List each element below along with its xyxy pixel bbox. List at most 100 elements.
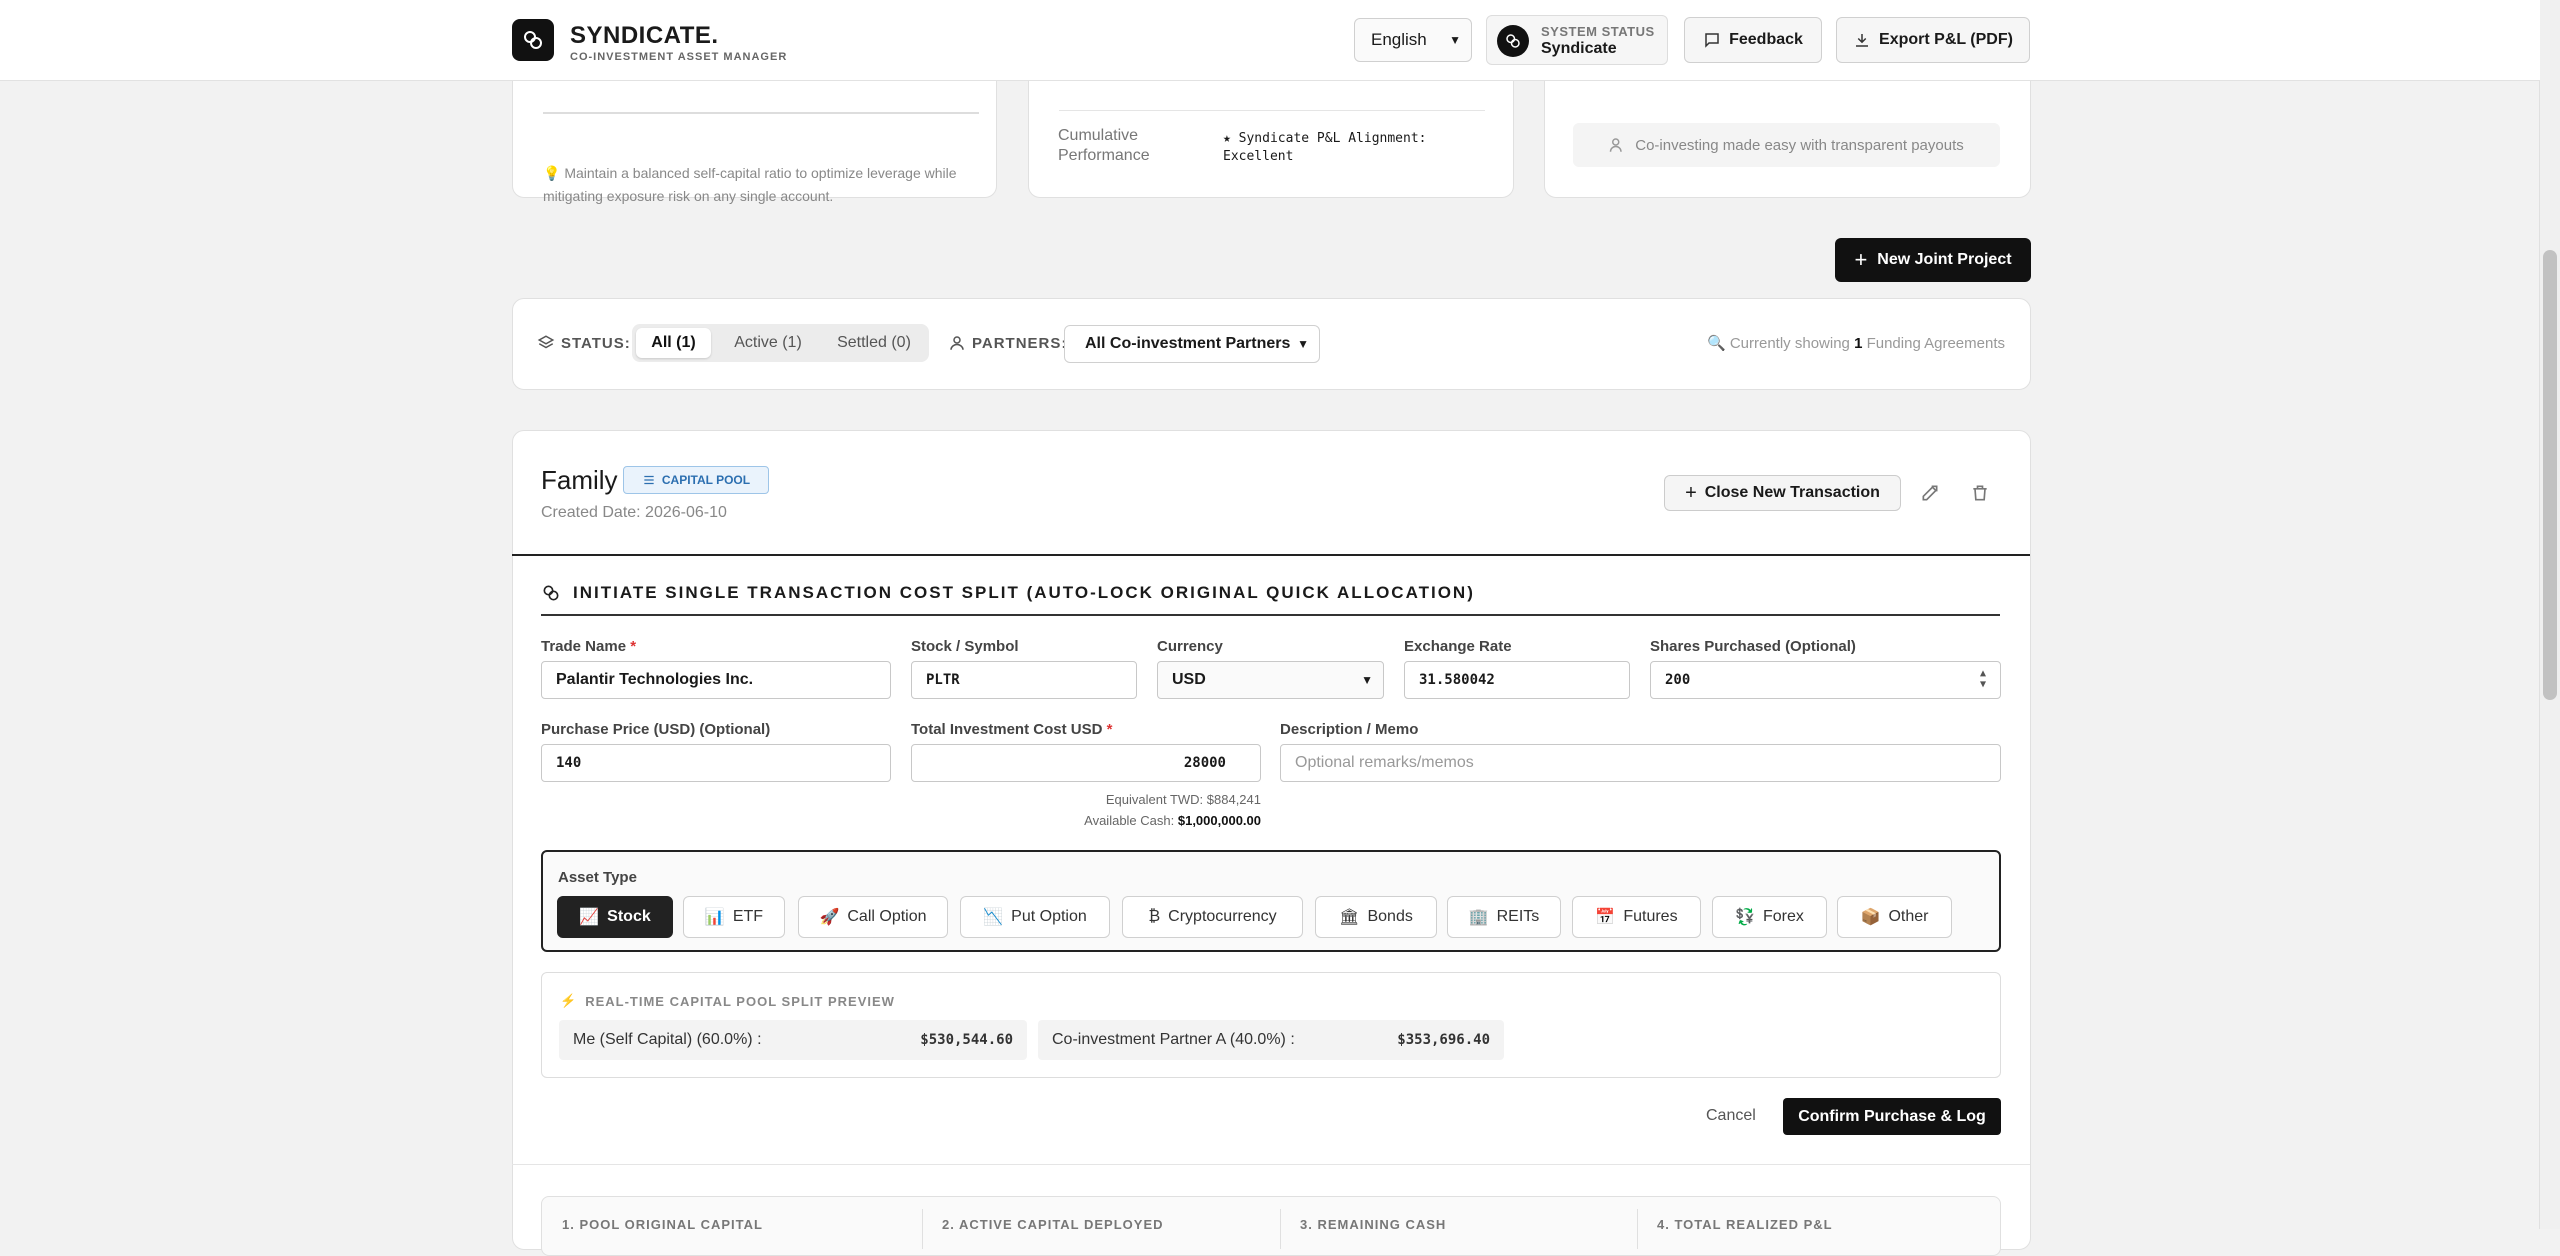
summary-original-capital: 1. POOL ORIGINAL CAPITAL <box>562 1217 763 1232</box>
summary-separator <box>1280 1209 1281 1249</box>
asset-stock-chip[interactable]: 📈 Stock <box>557 896 673 938</box>
showing-suffix: Funding Agreements <box>1866 335 2005 352</box>
delete-project-button[interactable] <box>1965 478 1995 508</box>
tip-text: 💡 Maintain a balanced self-capital ratio… <box>543 165 957 204</box>
asset-type-box: Asset Type 📈 Stock 📊 ETF 🚀 Call Option 📉 Put… <box>541 850 2001 952</box>
partners-filter-text: PARTNERS: <box>972 334 1068 352</box>
symbol-input[interactable]: PLTR <box>911 661 1137 699</box>
price-label: Purchase Price (USD) (Optional) <box>541 721 771 738</box>
asset-put-option-chip[interactable]: 📉 Put Option <box>960 896 1110 938</box>
asset-crypto-chip[interactable]: ₿ Cryptocurrency <box>1122 896 1303 938</box>
status-settled-tab[interactable]: Settled (0) <box>822 328 926 358</box>
scrollbar-thumb[interactable] <box>2543 250 2557 700</box>
coinvest-note-text: Co-investing made easy with transparent … <box>1635 136 1964 154</box>
trash-icon <box>1973 485 1987 501</box>
lightning-icon: ⚡ <box>560 993 578 1008</box>
stepper-icon[interactable]: ▲ ▼ <box>1980 668 1986 690</box>
logo-icon <box>512 19 554 61</box>
status-label: SYSTEM STATUS <box>1541 24 1655 39</box>
user-icon <box>950 336 964 350</box>
available-cash-label: Available Cash: <box>1084 813 1175 828</box>
exchange-rate-input[interactable]: 31.580042 <box>1404 661 1630 699</box>
confirm-purchase-button[interactable]: Confirm Purchase & Log <box>1783 1098 2001 1135</box>
language-select[interactable]: English ▼ <box>1354 18 1472 62</box>
memo-label: Description / Memo <box>1280 721 1419 738</box>
plus-icon: + <box>1854 247 1868 272</box>
status-filter-label: STATUS: <box>537 334 631 352</box>
asset-etf-chip[interactable]: 📊 ETF <box>683 896 785 938</box>
section-divider <box>541 614 2000 616</box>
section-title: INITIATE SINGLE TRANSACTION COST SPLIT (… <box>573 583 1475 602</box>
edit-project-button[interactable] <box>1915 478 1945 508</box>
feedback-button[interactable]: Feedback <box>1684 17 1822 63</box>
preview-row-partner: Co-investment Partner A (40.0%) : $353,6… <box>1038 1020 1504 1060</box>
pool-summary: 1. POOL ORIGINAL CAPITAL 2. ACTIVE CAPIT… <box>541 1196 2001 1256</box>
download-icon <box>1856 34 1869 47</box>
new-project-label: New Joint Project <box>1877 251 2012 268</box>
asset-type-label: Asset Type <box>558 869 637 886</box>
chart-up-icon: 📈 <box>579 909 600 926</box>
asset-forex-chip[interactable]: 💱 Forex <box>1712 896 1827 938</box>
divider <box>512 554 2030 556</box>
exchange-icon: 💱 <box>1735 909 1755 926</box>
chip-label: REITs <box>1496 908 1540 925</box>
cumulative-value: ★ Syndicate P&L Alignment: Excellent <box>1223 131 1427 164</box>
chat-icon <box>1705 33 1719 48</box>
link-icon <box>543 585 559 601</box>
sliders-icon <box>644 475 654 485</box>
new-joint-project-button[interactable]: + New Joint Project <box>1835 238 2031 282</box>
asset-futures-chip[interactable]: 📅 Futures <box>1572 896 1701 938</box>
top-bar: SYNDICATE. CO-INVESTMENT ASSET MANAGER E… <box>0 0 2540 81</box>
edit-icon <box>1922 485 1938 501</box>
showing-count: 🔍 Currently showing 1 Funding Agreements <box>1707 334 2005 352</box>
status-value: Syndicate <box>1541 40 1617 57</box>
capital-pool-badge-text: CAPITAL POOL <box>661 473 751 487</box>
cumulative-label: Cumulative Performance <box>1058 127 1150 164</box>
split-preview: ⚡ REAL-TIME CAPITAL POOL SPLIT PREVIEW M… <box>541 972 2001 1078</box>
close-new-transaction-button[interactable]: + Close New Transaction <box>1664 475 1901 511</box>
chip-label: Forex <box>1763 908 1804 925</box>
chip-label: Futures <box>1623 908 1678 925</box>
asset-bonds-chip[interactable]: 🏛 Bonds <box>1315 896 1437 938</box>
total-cost-label: Total Investment Cost USD * <box>911 721 1113 738</box>
price-input[interactable]: 140 <box>541 744 891 782</box>
available-cash: Available Cash: $1,000,000.00 <box>911 813 1261 828</box>
total-cost-input[interactable]: 28000 <box>911 744 1261 782</box>
preview-heading: ⚡ REAL-TIME CAPITAL POOL SPLIT PREVIEW <box>560 993 895 1009</box>
chip-label: Stock <box>607 908 651 925</box>
brand-subtitle: CO-INVESTMENT ASSET MANAGER <box>570 51 788 63</box>
summary-remaining-cash: 3. REMAINING CASH <box>1300 1217 1447 1232</box>
partners-select-value: All Co-investment Partners <box>1085 335 1291 352</box>
asset-call-option-chip[interactable]: 🚀 Call Option <box>798 896 948 938</box>
asset-other-chip[interactable]: 📦 Other <box>1837 896 1952 938</box>
summary-realized-pnl: 4. TOTAL REALIZED P&L <box>1657 1217 1833 1232</box>
preview-partner-label: Co-investment Partner A (40.0%) : <box>1052 1031 1295 1048</box>
preview-self-value: $530,544.60 <box>920 1032 1013 1048</box>
preview-self-label: Me (Self Capital) (60.0%) : <box>573 1031 762 1048</box>
currency-select[interactable]: USD ▼ <box>1157 661 1384 699</box>
capital-pool-badge: CAPITAL POOL <box>623 466 769 494</box>
scrollbar[interactable] <box>2539 0 2560 1229</box>
trade-name-input[interactable]: Palantir Technologies Inc. <box>541 661 891 699</box>
rocket-icon: 🚀 <box>819 909 840 926</box>
status-active-tab[interactable]: Active (1) <box>719 328 817 358</box>
asset-reits-chip[interactable]: 🏢 REITs <box>1447 896 1561 938</box>
partners-select[interactable]: All Co-investment Partners ▼ <box>1064 325 1320 363</box>
export-pdf-button[interactable]: Export P&L (PDF) <box>1836 17 2030 63</box>
bar-chart-icon: 📊 <box>704 909 725 926</box>
shares-label: Shares Purchased (Optional) <box>1650 638 1856 655</box>
shares-value: 200 <box>1665 672 1691 688</box>
chip-label: Put Option <box>1011 908 1087 925</box>
status-all-tab[interactable]: All (1) <box>636 328 711 358</box>
symbol-label: Stock / Symbol <box>911 638 1019 655</box>
cancel-button[interactable]: Cancel <box>1706 1107 1756 1125</box>
summary-separator <box>1637 1209 1638 1249</box>
status-filter-text: STATUS: <box>561 334 631 352</box>
chevron-down-icon: ▼ <box>1297 337 1309 351</box>
building-icon: 🏢 <box>1468 909 1489 926</box>
chart-down-icon: 📉 <box>983 909 1004 926</box>
memo-input[interactable]: Optional remarks/memos <box>1280 744 2001 782</box>
brand-name: SYNDICATE. <box>570 22 719 49</box>
shares-input[interactable]: 200 ▲ ▼ <box>1650 661 2001 699</box>
section-heading: INITIATE SINGLE TRANSACTION COST SPLIT (… <box>541 583 1475 603</box>
